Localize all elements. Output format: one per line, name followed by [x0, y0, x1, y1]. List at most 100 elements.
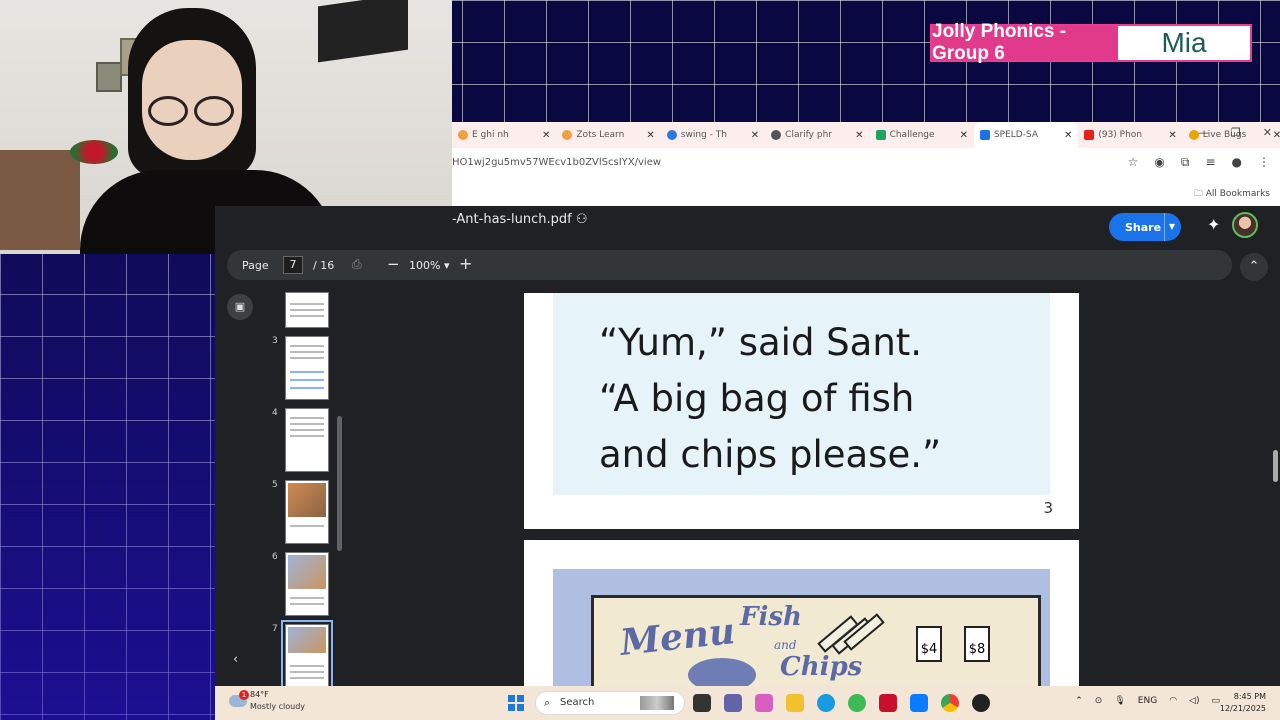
chrome-icon[interactable]: [941, 694, 959, 712]
fish-icon: [688, 658, 756, 686]
sidebar-scrollbar[interactable]: [337, 416, 342, 551]
microphone-icon[interactable]: 🎙: [1114, 696, 1125, 706]
close-icon[interactable]: ✕: [855, 130, 863, 141]
file-explorer-icon[interactable]: [786, 694, 804, 712]
menu-board: Menu Fish and Chips $4 $8: [591, 595, 1041, 686]
tab-label: Challenge: [889, 130, 935, 140]
grid-gradient: [0, 250, 215, 720]
share-dropdown-icon[interactable]: ▼: [1163, 213, 1175, 241]
wifi-icon[interactable]: ◠: [1169, 696, 1177, 706]
illustration: Menu Fish and Chips $4 $8: [553, 569, 1050, 686]
pdf-viewer: -Ant-has-lunch.pdf ⚇ Share ▼ ✦ Page 7 / 1…: [215, 206, 1280, 692]
menu-fish: Fish: [740, 602, 802, 632]
obs-icon[interactable]: [972, 694, 990, 712]
system-tray: ⌃ ⊙ 🎙 ENG ◠ ◁) ▭: [1075, 696, 1220, 706]
page-thumbnail[interactable]: [285, 480, 329, 544]
page-number-input[interactable]: 7: [283, 256, 303, 274]
tab-label: Zots Learn: [576, 130, 625, 140]
browser-tab[interactable]: (93) Phon ✕: [1078, 122, 1182, 148]
close-icon[interactable]: ✕: [542, 130, 550, 141]
zoom-out-button[interactable]: −: [387, 255, 400, 273]
page-thumbnail-active[interactable]: [281, 620, 333, 692]
close-icon[interactable]: ✕: [1064, 130, 1072, 141]
clock[interactable]: 8:45 PM 12/21/2025: [1220, 691, 1266, 715]
chevron-up-icon[interactable]: ⌃: [1075, 696, 1083, 706]
restore-icon[interactable]: ❐: [1231, 126, 1241, 139]
weather-widget[interactable]: 1 84°F Mostly cloudy: [229, 690, 319, 716]
shelf: [0, 150, 80, 250]
date: 12/21/2025: [1219, 704, 1266, 713]
taskbar-search[interactable]: ⌕ Search: [535, 691, 685, 715]
file-name: -Ant-has-lunch.pdf ⚇: [452, 212, 587, 227]
language-indicator[interactable]: ENG: [1138, 696, 1157, 706]
teams-icon[interactable]: [724, 694, 742, 712]
browser-tab-active[interactable]: SPELD-SA ✕: [973, 122, 1079, 148]
page-thumbnail[interactable]: [285, 292, 329, 328]
menu-chips: Chips: [780, 652, 863, 682]
close-icon[interactable]: ✕: [1273, 130, 1280, 141]
share-label: Share: [1125, 220, 1162, 234]
pinned-apps: [693, 694, 990, 712]
wps-icon[interactable]: [879, 694, 897, 712]
star-icon[interactable]: ☆: [1128, 155, 1139, 170]
minimize-icon[interactable]: —: [1198, 126, 1209, 139]
thumbnail-image: [288, 483, 326, 517]
edge-icon[interactable]: [817, 694, 835, 712]
thumbnail-image: [288, 627, 326, 653]
account-avatar[interactable]: [1232, 212, 1258, 238]
print-icon[interactable]: ⎙: [352, 257, 362, 272]
thumbnail-sidebar: ▣ 3 4 5 6 7 ‹: [215, 286, 343, 692]
browser-tab[interactable]: Ê ghi nh ✕: [452, 122, 556, 148]
media-icon[interactable]: ≡: [1205, 155, 1215, 170]
menu-icon[interactable]: ⋮: [1258, 155, 1270, 170]
zoom-in-button[interactable]: +: [459, 254, 472, 273]
windows-start-icon[interactable]: [508, 695, 524, 711]
browser-tab[interactable]: Challenge ✕: [870, 122, 974, 148]
close-icon[interactable]: ✕: [1168, 130, 1176, 141]
weather-temp: 84°F: [250, 690, 269, 699]
task-view-icon[interactable]: [693, 694, 711, 712]
tab-label: Ê ghi nh: [472, 130, 509, 140]
page-scrollbar[interactable]: [1273, 450, 1278, 482]
class-title-banner: Jolly Phonics - Group 6 Mia: [930, 21, 1252, 64]
browser-tab[interactable]: Zots Learn ✕: [556, 122, 660, 148]
green-app-icon[interactable]: [848, 694, 866, 712]
gemini-icon[interactable]: ✦: [1207, 215, 1220, 234]
copilot-icon[interactable]: [755, 694, 773, 712]
close-icon[interactable]: ✕: [960, 130, 968, 141]
notification-badge: 1: [239, 690, 249, 700]
close-icon[interactable]: ✕: [646, 130, 654, 141]
image-icon[interactable]: ▣: [227, 294, 253, 320]
page-thumbnail[interactable]: [285, 336, 329, 400]
browser-tab[interactable]: Clarify phr ✕: [765, 122, 869, 148]
flowers: [70, 140, 118, 164]
picture-frame: [96, 62, 122, 92]
price-tag: $8: [964, 626, 990, 662]
all-bookmarks-button[interactable]: 🗀 All Bookmarks: [1194, 186, 1270, 202]
network-status-icon[interactable]: ⊙: [1095, 696, 1103, 706]
page-thumbnail[interactable]: [285, 552, 329, 616]
close-window-icon[interactable]: ✕: [1263, 126, 1272, 139]
volume-icon[interactable]: ◁): [1189, 696, 1199, 706]
collapse-sidebar-icon[interactable]: ‹: [233, 652, 238, 667]
zoom-level[interactable]: 100% ▾: [409, 259, 449, 272]
profile-icon[interactable]: ●: [1232, 155, 1242, 170]
address-bar[interactable]: HO1wj2gu5mv57WEcv1b0ZVlScsIYX/view ☆ ◉ ⧉…: [452, 148, 1280, 180]
tab-label: (93) Phon: [1098, 130, 1143, 140]
share-button[interactable]: Share ▼: [1109, 213, 1181, 241]
toolbar-icons: ☆ ◉ ⧉ ≡ ● ⋮: [1128, 155, 1270, 170]
thumbnail-number: 3: [272, 336, 278, 346]
page-thumbnail[interactable]: [285, 408, 329, 472]
url-text[interactable]: HO1wj2gu5mv57WEcv1b0ZVlScsIYX/view: [452, 157, 661, 168]
glasses: [146, 96, 238, 130]
pdf-page: Menu Fish and Chips $4 $8: [524, 540, 1079, 686]
thumbnail-image: [288, 555, 326, 589]
group-name: Jolly Phonics - Group 6: [932, 21, 1067, 64]
browser-tab[interactable]: swing - Th ✕: [661, 122, 765, 148]
screenshot-icon[interactable]: ◉: [1154, 155, 1164, 170]
battery-icon[interactable]: ▭: [1211, 696, 1220, 706]
collapse-toolbar-icon[interactable]: ⌃: [1240, 253, 1268, 281]
extensions-icon[interactable]: ⧉: [1181, 155, 1190, 170]
close-icon[interactable]: ✕: [751, 130, 759, 141]
zalo-icon[interactable]: [910, 694, 928, 712]
